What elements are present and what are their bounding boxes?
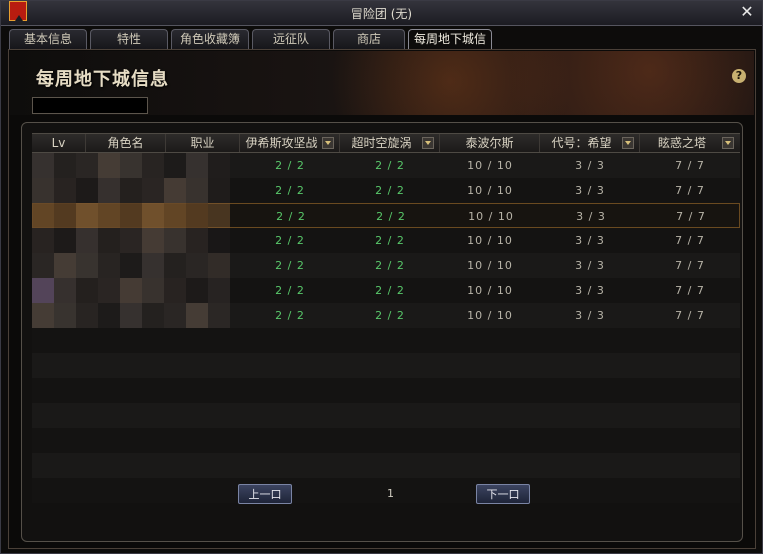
prev-page-button[interactable]: 上一口: [238, 484, 292, 504]
chevron-down-icon[interactable]: [622, 137, 634, 149]
table-cell: 10 / 10: [468, 210, 514, 223]
window-title: 冒险团 (无): [350, 7, 413, 21]
table-cell: 2 / 2: [275, 234, 305, 247]
table-cell: 2 / 2: [275, 184, 305, 197]
empty-row: [32, 328, 740, 353]
tab-basic-info[interactable]: 基本信息: [9, 29, 87, 49]
title-bar[interactable]: 冒险团 (无) ✕: [1, 1, 762, 26]
table-cell: 2 / 2: [275, 284, 305, 297]
help-icon[interactable]: ?: [732, 69, 746, 83]
tab-traits[interactable]: 特性: [90, 29, 168, 49]
empty-row: [32, 403, 740, 428]
table-cell: 3 / 3: [575, 309, 605, 322]
table-cell: 3 / 3: [575, 159, 605, 172]
table-cell: 2 / 2: [276, 210, 306, 223]
table-cell: 10 / 10: [467, 284, 513, 297]
page-title: 每周地下城信息: [36, 69, 169, 90]
table-cell: 3 / 3: [575, 234, 605, 247]
tab-character-collection[interactable]: 角色收藏簿: [171, 29, 249, 49]
table-cell: 10 / 10: [467, 309, 513, 322]
next-page-button[interactable]: 下一口: [476, 484, 530, 504]
name-box: [32, 97, 148, 114]
table-cell: 3 / 3: [576, 210, 606, 223]
chevron-down-icon[interactable]: [722, 137, 734, 149]
table-header: Lv 角色名 职业 伊希斯攻坚战 超时空旋涡 泰波尔斯 代号：希望 眩惑之塔: [32, 133, 740, 153]
table-cell: 7 / 7: [675, 259, 705, 272]
table-cell: 10 / 10: [467, 259, 513, 272]
chevron-down-icon[interactable]: [322, 137, 334, 149]
table-cell: 7 / 7: [675, 309, 705, 322]
table-cell: 2 / 2: [376, 210, 406, 223]
tab-weekly-dungeon-info[interactable]: 每周地下城信息: [408, 29, 492, 65]
table-cell: 2 / 2: [275, 259, 305, 272]
table-cell: 2 / 2: [375, 259, 405, 272]
table-cell: 2 / 2: [275, 159, 305, 172]
adventure-window: 冒险团 (无) ✕ 基本信息 特性 角色收藏簿 远征队 商店 每周地下城信息 每…: [0, 0, 763, 554]
empty-row: [32, 453, 740, 478]
empty-row: [32, 353, 740, 378]
tab-shop[interactable]: 商店: [333, 29, 405, 49]
table-cell: 10 / 10: [467, 184, 513, 197]
table-cell: 7 / 7: [675, 159, 705, 172]
table-cell: 7 / 7: [675, 234, 705, 247]
dungeon-table: Lv 角色名 职业 伊希斯攻坚战 超时空旋涡 泰波尔斯 代号：希望 眩惑之塔 2…: [21, 122, 743, 542]
empty-row: [32, 428, 740, 453]
table-cell: 2 / 2: [375, 284, 405, 297]
pagination: 上一口 1 下一口: [9, 484, 757, 508]
table-cell: 2 / 2: [275, 309, 305, 322]
chevron-down-icon[interactable]: [422, 137, 434, 149]
page-number: 1: [387, 487, 394, 500]
header-class[interactable]: 职业: [166, 134, 240, 152]
table-cell: 3 / 3: [575, 284, 605, 297]
table-cell: 2 / 2: [375, 184, 405, 197]
header-lv[interactable]: Lv: [32, 134, 86, 152]
close-icon[interactable]: ✕: [738, 3, 756, 21]
table-cell: 3 / 3: [575, 184, 605, 197]
empty-row: [32, 378, 740, 403]
table-cell: 2 / 2: [375, 234, 405, 247]
table-cell: 10 / 10: [467, 159, 513, 172]
header-character-name[interactable]: 角色名: [86, 134, 166, 152]
header-tibors[interactable]: 泰波尔斯: [440, 134, 540, 152]
blurred-character-info: [32, 153, 230, 328]
main-panel: 每周地下城信息 ? Lv 角色名 职业 伊希斯攻坚战 超时空旋涡 泰波尔斯 代号…: [8, 49, 756, 549]
table-cell: 7 / 7: [675, 284, 705, 297]
table-cell: 2 / 2: [375, 159, 405, 172]
table-cell: 3 / 3: [575, 259, 605, 272]
banner: 每周地下城信息 ?: [10, 51, 754, 115]
table-cell: 10 / 10: [467, 234, 513, 247]
table-cell: 7 / 7: [676, 210, 706, 223]
table-cell: 2 / 2: [375, 309, 405, 322]
table-cell: 7 / 7: [675, 184, 705, 197]
tab-expedition[interactable]: 远征队: [252, 29, 330, 49]
